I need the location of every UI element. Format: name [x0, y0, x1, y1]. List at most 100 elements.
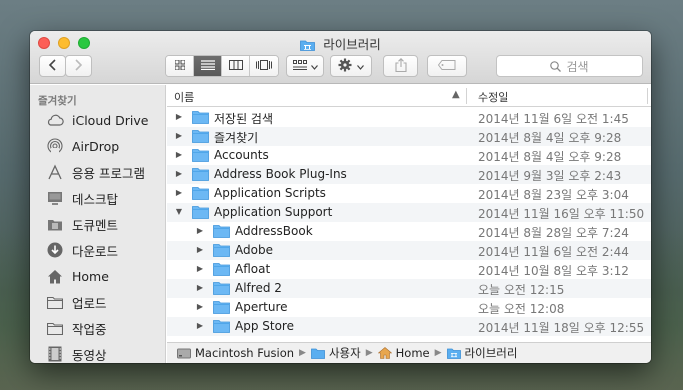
columns-icon	[228, 59, 243, 73]
toolbar: 라이브러리 검색	[30, 31, 651, 84]
folder-icon	[192, 167, 209, 184]
row-modified-date: 2014년 11월 16일 오후 11:50	[478, 207, 645, 221]
column-divider[interactable]	[647, 88, 648, 104]
home-icon	[377, 347, 392, 359]
path-chevron-icon: ▶	[434, 348, 442, 358]
row-name: Aperture	[235, 300, 288, 314]
column-divider[interactable]	[466, 88, 467, 104]
folder-icon	[192, 148, 209, 165]
library-folder-icon	[300, 39, 316, 54]
disclosure-collapsed-icon[interactable]: ▶	[174, 131, 184, 140]
table-row[interactable]: ▼ Application Support 2014년 11월 16일 오후 11:…	[167, 203, 651, 222]
window-title-label: 라이브러리	[323, 37, 381, 52]
column-name-header[interactable]: 이름	[174, 89, 194, 105]
sidebar-item-uploads[interactable]: 업로드	[46, 291, 107, 313]
disclosure-collapsed-icon[interactable]: ▶	[195, 302, 205, 311]
table-row[interactable]: ▶ Address Book Plug-Ins 2014년 9월 3일 오후 2:4…	[167, 165, 651, 184]
sidebar-item-documents[interactable]: 도큐멘트	[46, 213, 118, 235]
table-row[interactable]: ▶ AddressBook 2014년 8월 28일 오후 7:24	[167, 222, 651, 241]
disclosure-collapsed-icon[interactable]: ▶	[174, 112, 184, 121]
sidebar-item-label: Home	[72, 268, 109, 284]
folder-icon	[192, 110, 209, 127]
disclosure-collapsed-icon[interactable]: ▶	[174, 150, 184, 159]
table-row[interactable]: ▶ 저장된 검색 2014년 11월 6일 오전 1:45	[167, 108, 651, 127]
path-item-library[interactable]: 라이브러리	[446, 345, 517, 361]
path-item-macintosh-fusion[interactable]: Macintosh Fusion	[177, 346, 294, 360]
sidebar-heading: 즐겨찾기	[38, 95, 77, 107]
share-icon	[394, 57, 407, 75]
search-icon	[550, 60, 562, 72]
row-modified-date: 오늘 오전 12:15	[478, 283, 565, 297]
sidebar-item-downloads[interactable]: 다운로드	[46, 239, 118, 261]
forward-button[interactable]	[65, 55, 92, 77]
window-title: 라이브러리	[30, 34, 651, 54]
row-modified-date: 2014년 9월 3일 오후 2:43	[478, 169, 622, 183]
table-row[interactable]: ▶ Aperture 오늘 오전 12:08	[167, 298, 651, 317]
column-view-button[interactable]	[222, 56, 250, 76]
sidebar: 즐겨찾기 iCloud Drive AirDrop 응용 프로그램 데스크탑 도…	[30, 85, 166, 363]
folder-icon	[46, 293, 64, 311]
sidebar-item-applications[interactable]: 응용 프로그램	[46, 161, 145, 183]
home-icon	[46, 267, 64, 285]
arrange-grid-icon	[292, 59, 307, 73]
column-header: 이름 ▲ 수정일	[167, 85, 651, 107]
row-modified-date: 2014년 8월 28일 오후 7:24	[478, 226, 629, 240]
disclosure-expanded-icon[interactable]: ▼	[174, 207, 184, 216]
documents-icon	[46, 215, 64, 233]
row-name: Afloat	[235, 262, 271, 276]
row-modified-date: 2014년 11월 18일 오후 12:55	[478, 321, 645, 335]
table-row[interactable]: ▶ Alfred 2 오늘 오전 12:15	[167, 279, 651, 298]
table-row[interactable]: ▶ App Store 2014년 11월 18일 오후 12:55	[167, 317, 651, 336]
disclosure-collapsed-icon[interactable]: ▶	[174, 169, 184, 178]
folder-icon	[213, 224, 230, 241]
table-row[interactable]: ▶ 즐겨찾기 2014년 8월 4일 오후 9:28	[167, 127, 651, 146]
path-item-home[interactable]: Home	[377, 346, 430, 360]
row-name: Address Book Plug-Ins	[214, 167, 347, 181]
folder-icon	[213, 281, 230, 298]
file-list: ▶ 저장된 검색 2014년 11월 6일 오전 1:45 ▶ 즐겨찾기 2014년 8월…	[167, 108, 651, 336]
sidebar-item-label: 업로드	[72, 295, 107, 311]
disclosure-collapsed-icon[interactable]: ▶	[174, 188, 184, 197]
action-button[interactable]	[330, 55, 372, 77]
gear-icon	[338, 58, 352, 75]
airdrop-icon	[46, 137, 64, 155]
sidebar-item-home[interactable]: Home	[46, 265, 109, 287]
row-name: Alfred 2	[235, 281, 282, 295]
path-item-users[interactable]: 사용자	[311, 345, 361, 361]
table-row[interactable]: ▶ Accounts 2014년 8월 4일 오후 9:28	[167, 146, 651, 165]
sidebar-item-airdrop[interactable]: AirDrop	[46, 135, 119, 157]
cover-flow-button[interactable]	[250, 56, 278, 76]
table-row[interactable]: ▶ Adobe 2014년 11월 6일 오전 2:44	[167, 241, 651, 260]
disclosure-collapsed-icon[interactable]: ▶	[195, 226, 205, 235]
arrange-button[interactable]	[286, 55, 324, 77]
list-view-button[interactable]	[194, 56, 222, 76]
sidebar-item-working[interactable]: 작업중	[46, 317, 107, 339]
sidebar-item-label: 동영상	[72, 347, 107, 363]
file-list-pane: 이름 ▲ 수정일 ▶ 저장된 검색 2014년 11월 6일 오전 1:45 ▶ 즐겨찾…	[167, 85, 651, 363]
row-modified-date: 2014년 11월 6일 오전 1:45	[478, 112, 629, 126]
sidebar-item-desktop[interactable]: 데스크탑	[46, 187, 118, 209]
table-row[interactable]: ▶ Afloat 2014년 10월 8일 오후 3:12	[167, 260, 651, 279]
row-name: AddressBook	[235, 224, 313, 238]
tags-button[interactable]	[427, 55, 467, 77]
disclosure-collapsed-icon[interactable]: ▶	[195, 283, 205, 292]
column-modified-header[interactable]: 수정일	[478, 89, 508, 105]
back-button[interactable]	[39, 55, 66, 77]
row-name: Application Support	[214, 205, 333, 219]
row-name: App Store	[235, 319, 294, 333]
sidebar-item-icloud-drive[interactable]: iCloud Drive	[46, 109, 148, 131]
share-button[interactable]	[383, 55, 418, 77]
search-field[interactable]: 검색	[496, 55, 643, 77]
row-name: Accounts	[214, 148, 269, 162]
row-modified-date: 2014년 8월 4일 오후 9:28	[478, 150, 622, 164]
disclosure-collapsed-icon[interactable]: ▶	[195, 264, 205, 273]
sidebar-item-movies[interactable]: 동영상	[46, 343, 107, 363]
path-bar: Macintosh Fusion ▶ 사용자 ▶ Home ▶ 라이브러리	[167, 342, 651, 363]
sidebar-item-label: 다운로드	[72, 243, 119, 259]
disclosure-collapsed-icon[interactable]: ▶	[195, 245, 205, 254]
disclosure-collapsed-icon[interactable]: ▶	[195, 321, 205, 330]
library-folder-icon	[446, 348, 461, 359]
icon-view-button[interactable]	[166, 56, 194, 76]
grid-icon	[174, 59, 185, 73]
table-row[interactable]: ▶ Application Scripts 2014년 8월 23일 오후 3:04	[167, 184, 651, 203]
